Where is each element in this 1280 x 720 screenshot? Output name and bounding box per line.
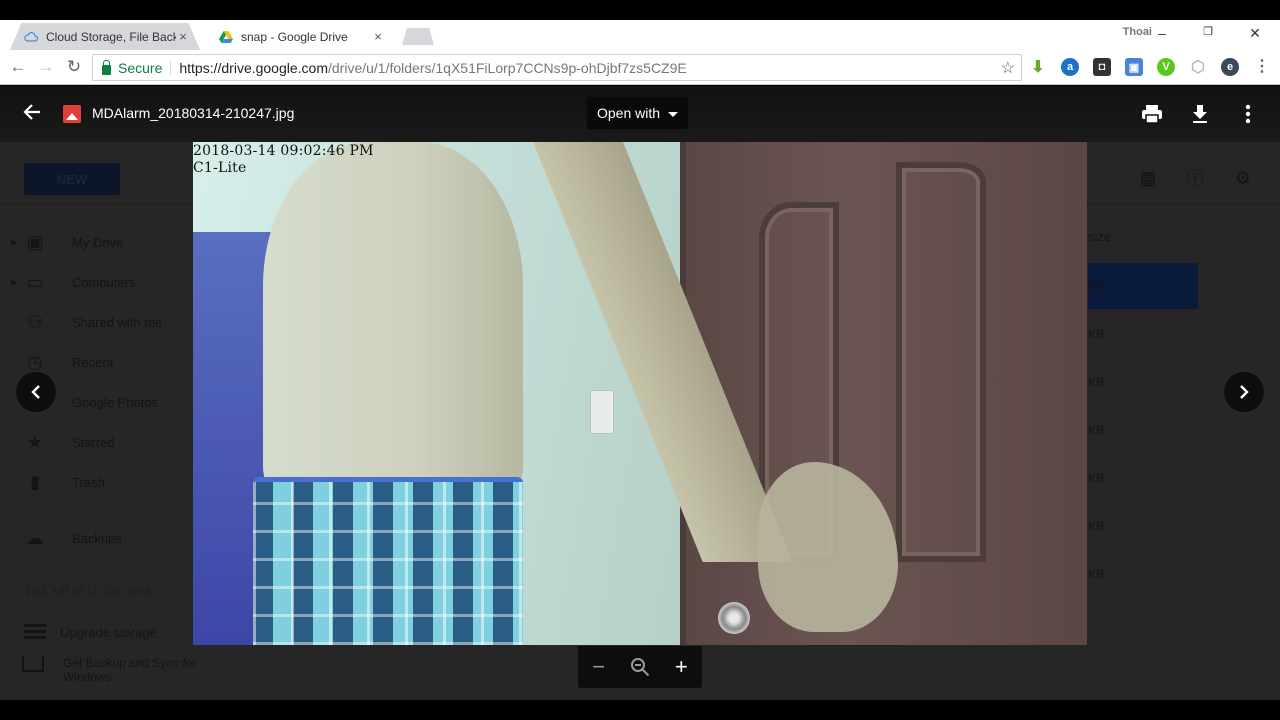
- back-arrow-icon[interactable]: ←: [7, 56, 29, 78]
- chevron-right-icon: [1240, 385, 1249, 399]
- info-icon: ⓘ: [1186, 169, 1204, 189]
- list-row: KB: [1088, 375, 1105, 389]
- browser-menu-icon[interactable]: ⋮: [1251, 56, 1273, 78]
- previous-image-button[interactable]: [16, 372, 56, 412]
- list-row: KB: [1088, 519, 1105, 533]
- get-backup-sync-link: Get Backup and Sync for Windows: [22, 656, 213, 684]
- grid-view-icon: ▦: [1139, 167, 1157, 188]
- glasses-extension-icon[interactable]: ◘: [1093, 58, 1111, 76]
- dropdown-caret-icon: [668, 111, 679, 117]
- browser-tab-strip: Cloud Storage, File Backu × snap - Googl…: [0, 20, 1280, 50]
- secure-label: Secure: [118, 59, 172, 76]
- lock-icon: [102, 59, 111, 75]
- list-row: KB: [1088, 263, 1198, 309]
- tab-google-drive[interactable]: snap - Google Drive ×: [205, 23, 395, 50]
- storage-icon: [24, 624, 46, 640]
- camera-timestamp: 2018-03-14 09:02:46 PM: [193, 143, 374, 159]
- photo-plaid-shorts-region: [253, 482, 523, 645]
- list-column-size: size: [1088, 229, 1112, 244]
- magnifier-minus-icon: [630, 658, 650, 677]
- url-host: https://drive.google.com: [179, 59, 328, 76]
- v-extension-icon[interactable]: V: [1157, 58, 1175, 76]
- photo-door-knob-region: [718, 602, 750, 634]
- list-row: KB: [1088, 423, 1105, 437]
- storage-used-text: 10.1 MB of 15 GB used: [25, 584, 150, 598]
- more-options-icon[interactable]: [1236, 102, 1260, 126]
- expand-arrow-icon: ▶: [11, 237, 18, 247]
- expand-arrow-icon: ▶: [11, 277, 18, 287]
- clock-icon: ◷: [27, 351, 43, 372]
- google-drive-icon: [219, 30, 233, 44]
- new-tab-button[interactable]: [402, 28, 434, 45]
- trash-icon: ▮: [30, 471, 40, 492]
- open-with-button[interactable]: Open with: [587, 97, 689, 129]
- zoom-out-button[interactable]: −: [585, 653, 613, 681]
- image-file-icon: [63, 105, 81, 123]
- zoom-controls: − +: [578, 646, 702, 688]
- door-panel: [896, 162, 986, 562]
- next-image-button[interactable]: [1224, 372, 1264, 412]
- tab-cloud-storage[interactable]: Cloud Storage, File Backu ×: [10, 23, 200, 50]
- download-arrow-extension-icon[interactable]: ⬇: [1029, 58, 1047, 76]
- upgrade-storage-link: Upgrade storage: [24, 624, 157, 640]
- address-bar[interactable]: Secure https://drive.google.com/drive/u/…: [92, 54, 1022, 81]
- zoom-reset-button[interactable]: [626, 653, 654, 681]
- settings-gear-icon: ⚙: [1234, 167, 1252, 188]
- download-icon[interactable]: [1188, 102, 1212, 126]
- restore-button[interactable]: ❐: [1198, 25, 1218, 38]
- list-row: KB: [1088, 327, 1105, 341]
- close-window-button[interactable]: ✕: [1245, 25, 1265, 42]
- camera-timestamp-overlay: 2018-03-14 09:02:46 PM C1-Lite: [193, 143, 374, 177]
- tab-close-icon[interactable]: ×: [371, 29, 385, 44]
- gray-hexagon-extension-icon[interactable]: ⬡: [1189, 58, 1207, 76]
- photo-light-switch-region: [590, 390, 614, 434]
- profile-name[interactable]: Thoai: [1123, 26, 1152, 38]
- print-icon[interactable]: [1140, 102, 1164, 126]
- tag-extension-icon[interactable]: ▣: [1125, 58, 1143, 76]
- browser-toolbar: ← → ↻ Secure https://drive.google.com/dr…: [0, 50, 1280, 85]
- tab-title: snap - Google Drive: [241, 29, 348, 44]
- list-row: KB: [1088, 567, 1105, 581]
- minimize-button[interactable]: –: [1152, 25, 1172, 41]
- close-viewer-back-icon[interactable]: [20, 102, 44, 126]
- screen-bottom-edge: [0, 700, 1280, 720]
- star-icon: ★: [26, 431, 44, 452]
- camera-model: C1-Lite: [193, 160, 247, 176]
- new-button: NEW: [24, 163, 120, 195]
- avast-extension-icon[interactable]: a: [1061, 58, 1079, 76]
- my-drive-icon: ▣: [26, 231, 44, 252]
- bookmark-star-icon[interactable]: ☆: [1001, 58, 1015, 78]
- photo-person-region: [263, 142, 523, 502]
- zoom-in-button[interactable]: +: [667, 653, 695, 681]
- cloud-icon: ☁: [26, 527, 44, 548]
- chevron-left-icon: [31, 385, 40, 399]
- shared-icon: ⚇: [26, 311, 44, 332]
- file-name: MDAlarm_20180314-210247.jpg: [92, 105, 295, 121]
- e-extension-icon[interactable]: e: [1221, 58, 1239, 76]
- viewer-toolbar: MDAlarm_20180314-210247.jpg Open with: [0, 86, 1280, 142]
- computers-icon: ▭: [26, 271, 44, 292]
- monitor-icon: [22, 656, 44, 672]
- reload-icon[interactable]: ↻: [63, 56, 85, 78]
- image-preview[interactable]: 2018-03-14 09:02:46 PM C1-Lite: [193, 142, 1087, 645]
- list-row: KB: [1088, 471, 1105, 485]
- url-path: /drive/u/1/folders/1qX51FiLorp7CCNs9p-oh…: [328, 59, 687, 76]
- tab-title: Cloud Storage, File Backu: [46, 29, 176, 44]
- forward-arrow-icon[interactable]: →: [35, 56, 57, 78]
- tab-close-icon[interactable]: ×: [176, 29, 190, 44]
- cloud-icon: [24, 30, 38, 44]
